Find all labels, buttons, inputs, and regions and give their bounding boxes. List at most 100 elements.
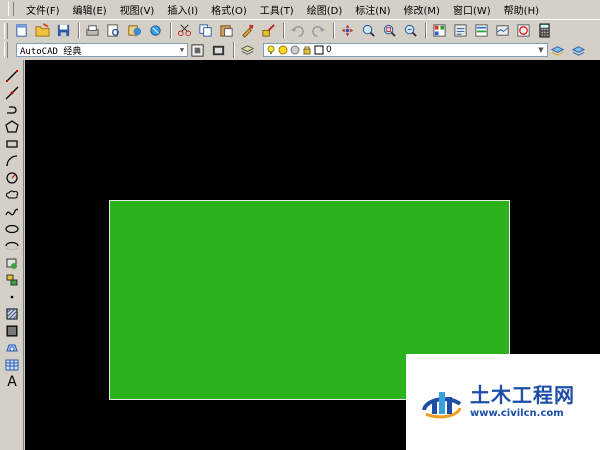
design-center-button[interactable]: [451, 22, 469, 40]
multiline-text-icon: A: [7, 374, 17, 390]
arc-icon: [6, 155, 18, 167]
toolbar-separator: [425, 22, 427, 39]
zoom-previous-button[interactable]: [401, 22, 419, 40]
save-button[interactable]: [54, 22, 72, 40]
cut-icon: [177, 24, 191, 37]
publish-icon: [127, 25, 141, 36]
calculator-icon: [538, 23, 550, 38]
layer-select[interactable]: 0 ▼: [263, 43, 548, 57]
sheet-set-button[interactable]: [493, 22, 511, 40]
spline-button[interactable]: [3, 204, 21, 220]
point-icon: [10, 295, 14, 299]
make-block-button[interactable]: [3, 272, 21, 288]
layer-properties-button[interactable]: [238, 41, 256, 59]
revision-cloud-button[interactable]: [3, 187, 21, 203]
hatch-button[interactable]: [3, 306, 21, 322]
open-button[interactable]: [33, 22, 51, 40]
menu-help[interactable]: 帮助(H): [500, 2, 543, 17]
color-swatch-icon: [314, 45, 324, 55]
construction-line-button[interactable]: [3, 85, 21, 101]
toolbar-separator: [283, 22, 285, 39]
menu-modify[interactable]: 修改(M): [400, 2, 444, 17]
layer-previous-button[interactable]: [569, 41, 587, 59]
block-editor-button[interactable]: [259, 22, 277, 40]
menu-view[interactable]: 视图(V): [116, 2, 159, 17]
workspace-select[interactable]: AutoCAD 经典 ▼: [16, 43, 188, 57]
menu-edit[interactable]: 编辑(E): [69, 2, 111, 17]
zoom-window-icon: [383, 24, 396, 37]
cut-button[interactable]: [175, 22, 193, 40]
arc-button[interactable]: [3, 153, 21, 169]
3d-dwf-button[interactable]: [146, 22, 164, 40]
lock-icon: [303, 46, 311, 55]
design-center-icon: [453, 24, 467, 37]
viewport-freeze-icon: [290, 45, 300, 55]
calculator-button[interactable]: [535, 22, 553, 40]
table-button[interactable]: [3, 357, 21, 373]
menu-window[interactable]: 窗口(W): [449, 2, 495, 17]
toolbar-grip[interactable]: [4, 42, 8, 58]
tool-palettes-icon: [474, 24, 488, 37]
line-button[interactable]: [3, 68, 21, 84]
pan-button[interactable]: [338, 22, 356, 40]
ellipse-arc-icon: [5, 241, 19, 250]
tool-palettes-button[interactable]: [472, 22, 490, 40]
rectangle-button[interactable]: [3, 136, 21, 152]
menu-format[interactable]: 格式(O): [207, 2, 251, 17]
sun-icon: [278, 45, 288, 55]
workspace-settings-button[interactable]: [188, 41, 206, 59]
zoom-window-button[interactable]: [380, 22, 398, 40]
workspace-settings-icon: [190, 43, 204, 57]
save-icon: [57, 24, 69, 37]
menu-tools[interactable]: 工具(T): [256, 2, 298, 17]
zoom-previous-icon: [404, 24, 417, 37]
revision-cloud-icon: [6, 190, 19, 199]
toolbar-grip[interactable]: [4, 22, 8, 39]
zoom-realtime-button[interactable]: [359, 22, 377, 40]
hatch-icon: [6, 308, 18, 320]
point-button[interactable]: [3, 289, 21, 305]
undo-button[interactable]: [288, 22, 306, 40]
menu-insert[interactable]: 插入(I): [163, 2, 202, 17]
plot-button[interactable]: [83, 22, 101, 40]
menu-draw[interactable]: 绘图(D): [303, 2, 347, 17]
rectangle-icon: [6, 140, 18, 148]
polyline-button[interactable]: [3, 102, 21, 118]
make-object-layer-current-button[interactable]: [548, 41, 566, 59]
plot-preview-button[interactable]: [104, 22, 122, 40]
watermark-text: 土木工程网 www.civilcn.com: [470, 384, 575, 420]
menu-bar: 文件(F) 编辑(E) 视图(V) 插入(I) 格式(O) 工具(T) 绘图(D…: [0, 0, 600, 18]
chevron-down-icon[interactable]: ▼: [177, 44, 187, 56]
workspace-value: AutoCAD 经典: [20, 46, 82, 57]
properties-icon: [432, 24, 446, 37]
gradient-button[interactable]: [3, 323, 21, 339]
multiline-text-button[interactable]: A: [3, 374, 21, 390]
redo-button[interactable]: [309, 22, 327, 40]
layer-value: 0: [326, 45, 332, 55]
gradient-icon: [6, 325, 18, 337]
region-button[interactable]: [3, 340, 21, 356]
properties-button[interactable]: [430, 22, 448, 40]
ellipse-arc-button[interactable]: [3, 238, 21, 254]
layer-current-icon: [550, 45, 564, 56]
paste-button[interactable]: [217, 22, 235, 40]
match-properties-icon: [241, 24, 253, 38]
markup-button[interactable]: [514, 22, 532, 40]
3d-dwf-icon: [149, 25, 161, 36]
chevron-down-icon[interactable]: ▼: [536, 44, 546, 56]
zoom-realtime-icon: [362, 24, 375, 37]
copy-button[interactable]: [196, 22, 214, 40]
publish-button[interactable]: [125, 22, 143, 40]
new-button[interactable]: [12, 22, 30, 40]
match-properties-button[interactable]: [238, 22, 256, 40]
menu-file[interactable]: 文件(F): [22, 2, 64, 17]
insert-block-button[interactable]: [3, 255, 21, 271]
polygon-icon: [5, 120, 19, 133]
my-workspace-button[interactable]: [209, 41, 227, 59]
circle-icon: [6, 172, 18, 184]
polygon-button[interactable]: [3, 119, 21, 135]
circle-button[interactable]: [3, 170, 21, 186]
menu-grip[interactable]: [8, 2, 14, 16]
menu-dimension[interactable]: 标注(N): [351, 2, 394, 17]
ellipse-button[interactable]: [3, 221, 21, 237]
